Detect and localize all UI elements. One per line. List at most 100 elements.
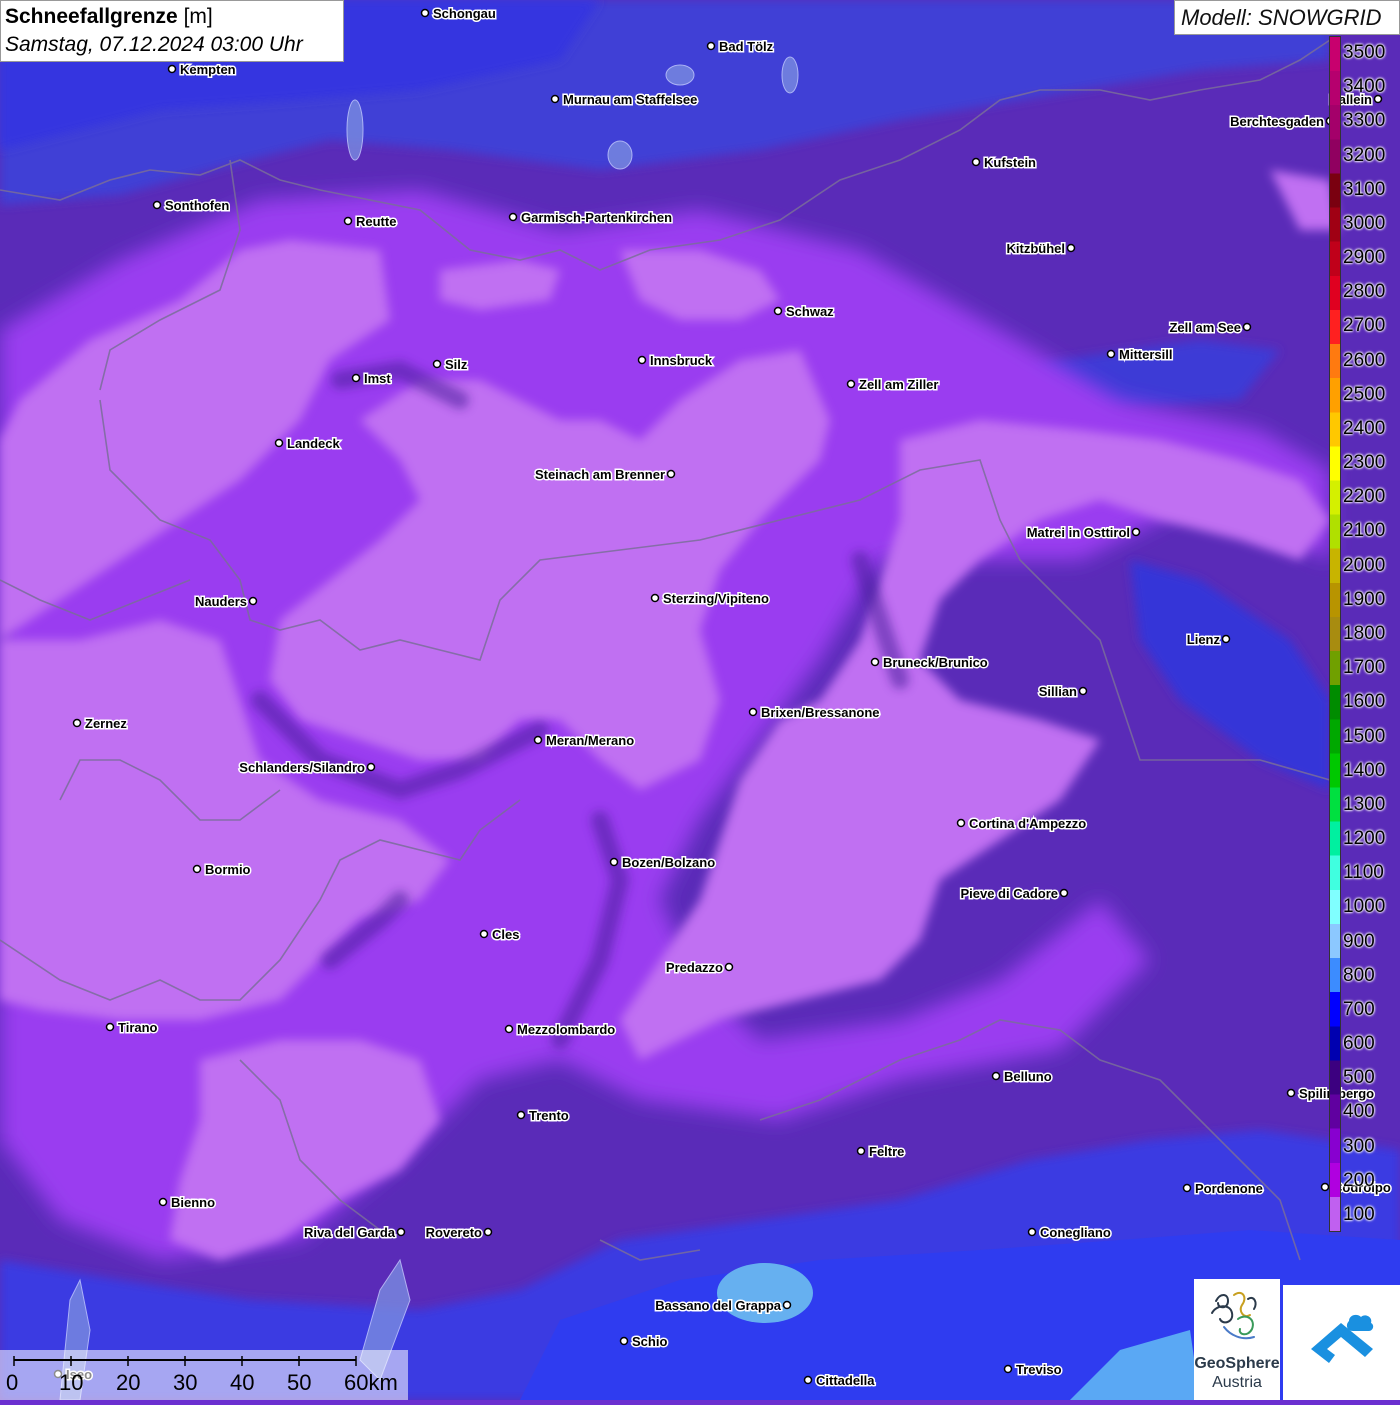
legend-label: 1600 xyxy=(1343,691,1386,713)
scale-label: 20 xyxy=(116,1370,141,1395)
scale-label: 10 xyxy=(59,1370,84,1395)
legend-label: 3100 xyxy=(1343,178,1386,200)
city-label: Lienz xyxy=(1187,632,1221,647)
city-dot xyxy=(1066,243,1076,253)
city-label: Schio xyxy=(632,1334,667,1349)
city-marker[interactable]: Mezzolombardo xyxy=(504,1021,617,1039)
city-marker[interactable]: Cittadella xyxy=(803,1372,877,1390)
city-label: Landeck xyxy=(287,436,341,451)
city-dot xyxy=(803,1375,813,1385)
legend-label: 1900 xyxy=(1343,588,1386,610)
city-label: Trento xyxy=(529,1108,569,1123)
city-marker[interactable]: Sonthofen xyxy=(152,197,231,215)
city-dot xyxy=(351,373,361,383)
city-marker[interactable]: Bruneck/Brunico xyxy=(870,654,989,672)
city-dot xyxy=(152,200,162,210)
legend-label: 2300 xyxy=(1343,452,1386,474)
scale-label: 30 xyxy=(173,1370,198,1395)
city-label: Garmisch-Partenkirchen xyxy=(521,210,672,225)
city-marker[interactable]: Innsbruck xyxy=(637,352,714,370)
city-marker[interactable]: Brixen/Bressanone xyxy=(748,704,881,722)
city-marker[interactable]: Schlanders/Silandro xyxy=(238,759,376,777)
model-label: Modell: SNOWGRID xyxy=(1174,0,1400,35)
city-label: Pordenone xyxy=(1195,1181,1263,1196)
city-marker[interactable]: Schongau xyxy=(420,5,497,23)
app-logo[interactable] xyxy=(1283,1285,1400,1400)
city-label: Schwaz xyxy=(786,304,834,319)
city-dot xyxy=(508,212,518,222)
mountain-cloud-icon xyxy=(1311,1314,1374,1363)
scale-label: 0 xyxy=(6,1370,19,1395)
city-marker[interactable]: Pordenone xyxy=(1182,1180,1264,1198)
city-dot xyxy=(1027,1227,1037,1237)
map-title: Schneefallgrenze [m] xyxy=(5,3,339,31)
city-dot xyxy=(366,762,376,772)
city-marker[interactable]: Kitzbühel xyxy=(1005,240,1076,258)
city-label: Silz xyxy=(445,357,468,372)
city-label: Bassano del Grappa xyxy=(655,1298,781,1313)
city-marker[interactable]: Zell am See xyxy=(1168,319,1252,337)
city-dot xyxy=(1242,322,1252,332)
city-marker[interactable]: Cortina d'Ampezzo xyxy=(956,815,1088,833)
legend-label: 800 xyxy=(1343,964,1375,986)
city-marker[interactable]: Predazzo xyxy=(664,959,734,977)
geosphere-logo[interactable]: GeoSphere Austria xyxy=(1194,1279,1280,1400)
legend-label: 3000 xyxy=(1343,212,1386,234)
city-label: Mittersill xyxy=(1119,347,1172,362)
city-marker[interactable]: Sterzing/Vipiteno xyxy=(650,590,770,608)
city-dot xyxy=(516,1110,526,1120)
city-marker[interactable]: Steinach am Brenner xyxy=(533,466,676,484)
city-marker[interactable]: Berchtesgaden xyxy=(1229,113,1335,131)
city-marker[interactable]: Rovereto xyxy=(424,1224,493,1242)
city-label: Sonthofen xyxy=(165,198,229,213)
legend-color-bar xyxy=(1329,36,1341,1232)
city-dot xyxy=(666,469,676,479)
city-marker[interactable]: Pieve di Cadore xyxy=(959,885,1069,903)
legend-label: 300 xyxy=(1343,1135,1375,1157)
city-label: Zell am Ziller xyxy=(859,377,938,392)
city-dot xyxy=(609,857,619,867)
light-blue-area xyxy=(717,1263,813,1323)
city-dot xyxy=(870,657,880,667)
legend-label: 1300 xyxy=(1343,793,1386,815)
city-label: Treviso xyxy=(1016,1362,1062,1377)
legend-label: 2200 xyxy=(1343,486,1386,508)
city-label: Zernez xyxy=(85,716,127,731)
legend-label: 3200 xyxy=(1343,144,1386,166)
legend-label: 900 xyxy=(1343,930,1375,952)
city-marker[interactable]: Conegliano xyxy=(1027,1224,1112,1242)
city-label: Murnau am Staffelsee xyxy=(563,92,697,107)
city-dot xyxy=(991,1071,1001,1081)
city-marker[interactable]: Bassano del Grappa xyxy=(654,1297,792,1315)
city-dot xyxy=(782,1300,792,1310)
city-label: Cittadella xyxy=(816,1373,875,1388)
city-dot xyxy=(479,929,489,939)
legend-label: 500 xyxy=(1343,1067,1375,1089)
snowfall-limit-map[interactable]: Schongau Bad Tölz Kempten Murnau am Staffel… xyxy=(0,0,1400,1400)
legend-label: 100 xyxy=(1343,1203,1375,1225)
city-dot xyxy=(1003,1364,1013,1374)
city-dot xyxy=(248,596,258,606)
city-dot xyxy=(72,718,82,728)
city-label: Berchtesgaden xyxy=(1230,114,1324,129)
geosphere-text-2: Austria xyxy=(1212,1374,1262,1391)
city-marker[interactable]: Zell am Ziller xyxy=(846,376,940,394)
city-marker[interactable]: Bozen/Bolzano xyxy=(609,854,717,872)
city-marker[interactable]: Garmisch-Partenkirchen xyxy=(508,209,674,227)
legend-label: 1400 xyxy=(1343,759,1386,781)
map-title-main: Schneefallgrenze xyxy=(5,5,178,28)
city-label: Kufstein xyxy=(984,155,1036,170)
legend-label: 2500 xyxy=(1343,383,1386,405)
city-dot xyxy=(158,1197,168,1207)
city-label: Bormio xyxy=(205,862,251,877)
city-label: Bienno xyxy=(171,1195,215,1210)
city-marker[interactable]: Meran/Merano xyxy=(533,732,636,750)
city-label: Bad Tölz xyxy=(719,39,774,54)
city-label: Matrei in Osttirol xyxy=(1027,525,1130,540)
scale-label: 60km xyxy=(344,1370,398,1395)
city-marker[interactable]: Murnau am Staffelsee xyxy=(550,91,699,109)
city-marker[interactable]: Matrei in Osttirol xyxy=(1025,524,1141,542)
city-label: Brixen/Bressanone xyxy=(761,705,880,720)
city-dot xyxy=(432,359,442,369)
city-marker[interactable]: Riva del Garda xyxy=(302,1224,406,1242)
